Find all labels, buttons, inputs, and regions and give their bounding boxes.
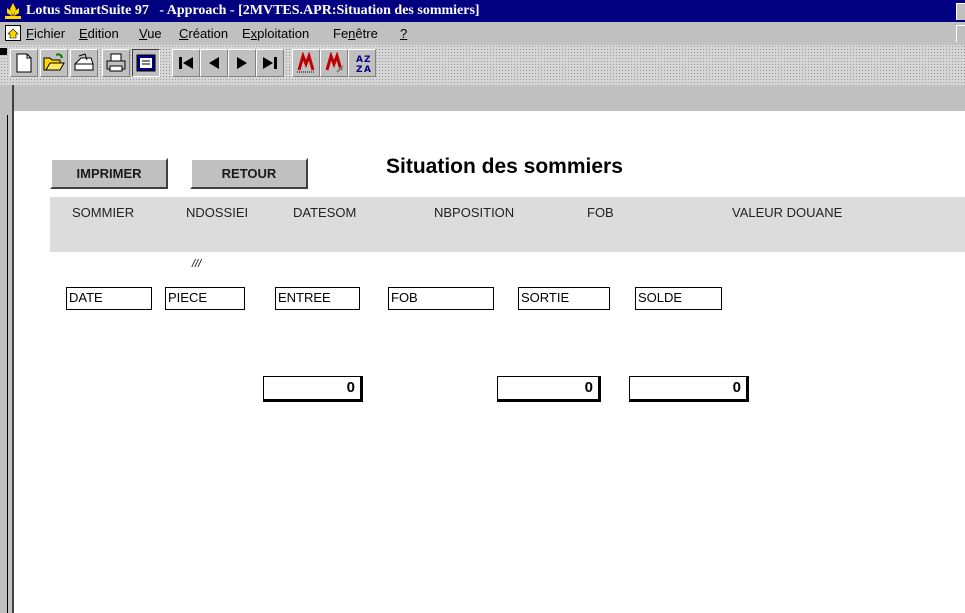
form-title: Situation des sommiers: [386, 155, 623, 178]
print-icon[interactable]: [102, 49, 130, 77]
last-record-icon[interactable]: [256, 49, 284, 77]
back-button[interactable]: RETOUR: [190, 158, 308, 189]
divider: [7, 115, 8, 613]
col-ndossier: NDOSSIEI: [186, 205, 249, 220]
drop-box-icon[interactable]: [70, 49, 98, 77]
menu-help[interactable]: ?: [400, 26, 407, 41]
entree-field[interactable]: ENTREE: [275, 287, 360, 310]
col-datesom: DATESOM: [293, 205, 357, 220]
total-entree[interactable]: 0: [263, 376, 363, 402]
fob-field[interactable]: FOB: [388, 287, 494, 310]
toolbar: AZZA: [0, 45, 965, 85]
find-icon[interactable]: [292, 49, 320, 77]
left-border: [0, 85, 14, 613]
window-title: Lotus SmartSuite 97 - Approach - [2MVTES…: [26, 3, 480, 18]
find-special-icon[interactable]: [320, 49, 348, 77]
menu-creation[interactable]: Création: [179, 26, 228, 41]
col-nbposition: NBPOSITION: [434, 205, 515, 220]
piece-field[interactable]: PIECE: [165, 287, 245, 310]
sortie-field[interactable]: SORTIE: [518, 287, 610, 310]
svg-text:Z: Z: [364, 55, 371, 65]
date-field[interactable]: DATE: [66, 287, 152, 310]
previous-record-icon[interactable]: [200, 49, 228, 77]
form-view: IMPRIMER RETOUR Situation des sommiers S…: [14, 111, 965, 613]
window-control-button[interactable]: [956, 3, 965, 20]
new-doc-icon[interactable]: [10, 49, 38, 77]
open-folder-icon[interactable]: [40, 49, 68, 77]
title-bar: Lotus SmartSuite 97 - Approach - [2MVTES…: [0, 0, 965, 22]
total-solde[interactable]: 0: [629, 376, 749, 402]
menu-fichier[interactable]: Fichier: [26, 26, 65, 41]
document-icon[interactable]: [5, 25, 21, 41]
col-sommier: SOMMIER: [72, 205, 135, 220]
sort-az-icon[interactable]: AZZA: [348, 49, 376, 77]
doc-control-button[interactable]: [956, 25, 965, 42]
menu-edition[interactable]: Edition: [79, 26, 119, 41]
menu-bar: Fichier Edition Vue Création Exploitatio…: [0, 22, 965, 45]
first-record-icon[interactable]: [172, 49, 200, 77]
next-record-icon[interactable]: [228, 49, 256, 77]
col-valeur-douane: VALEUR DOUANE: [732, 205, 843, 220]
col-fob: FOB: [587, 205, 614, 220]
toolbar-grip[interactable]: [0, 48, 7, 55]
menu-exploitation[interactable]: Exploitation: [242, 26, 309, 41]
svg-text:A: A: [364, 65, 371, 74]
menu-fenetre[interactable]: Fenêtre: [333, 26, 378, 41]
solde-field[interactable]: SOLDE: [635, 287, 722, 310]
svg-text:A: A: [356, 55, 363, 65]
form-top-border: [14, 85, 965, 112]
svg-text:Z: Z: [356, 65, 363, 74]
lotus-app-icon[interactable]: [5, 2, 21, 19]
print-button[interactable]: IMPRIMER: [50, 158, 168, 189]
header-band: SOMMIER NDOSSIEI DATESOM NBPOSITION FOB …: [50, 197, 965, 252]
separator-mark: ///: [192, 258, 202, 270]
total-sortie[interactable]: 0: [497, 376, 601, 402]
menu-vue[interactable]: Vue: [139, 26, 162, 41]
browse-icon[interactable]: [132, 49, 160, 77]
